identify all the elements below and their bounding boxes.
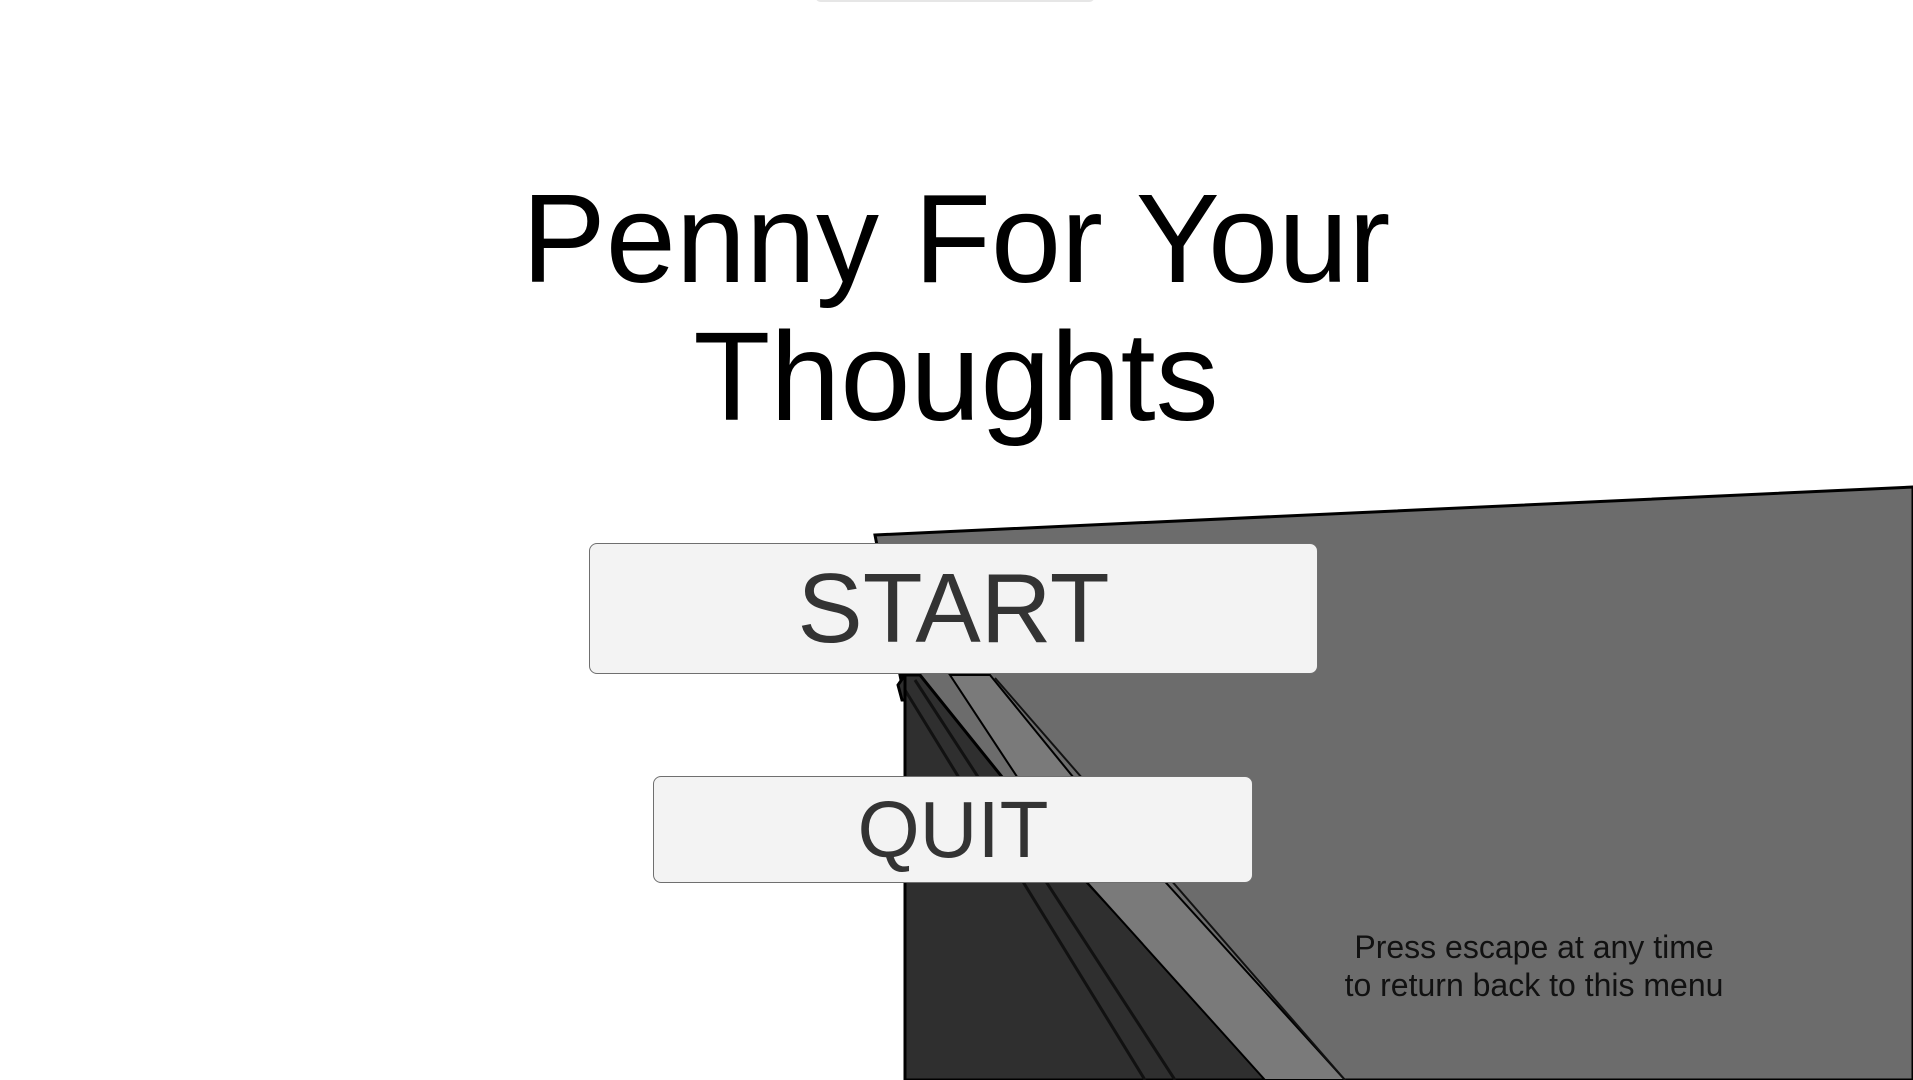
- main-menu-screen: Penny For Your Thoughts START QUIT Press…: [0, 0, 1913, 1080]
- escape-hint: Press escape at any time to return back …: [1314, 928, 1754, 1004]
- quit-button[interactable]: QUIT: [653, 776, 1253, 883]
- game-title-line-1: Penny For Your: [521, 168, 1391, 309]
- background-scene: [873, 485, 1913, 1080]
- game-title: Penny For Your Thoughts: [456, 170, 1456, 446]
- game-title-line-2: Thoughts: [693, 306, 1219, 447]
- start-button[interactable]: START: [589, 543, 1318, 674]
- board-corner-notch: [896, 670, 907, 702]
- escape-hint-line-1: Press escape at any time: [1354, 929, 1714, 965]
- escape-hint-line-2: to return back to this menu: [1344, 967, 1724, 1003]
